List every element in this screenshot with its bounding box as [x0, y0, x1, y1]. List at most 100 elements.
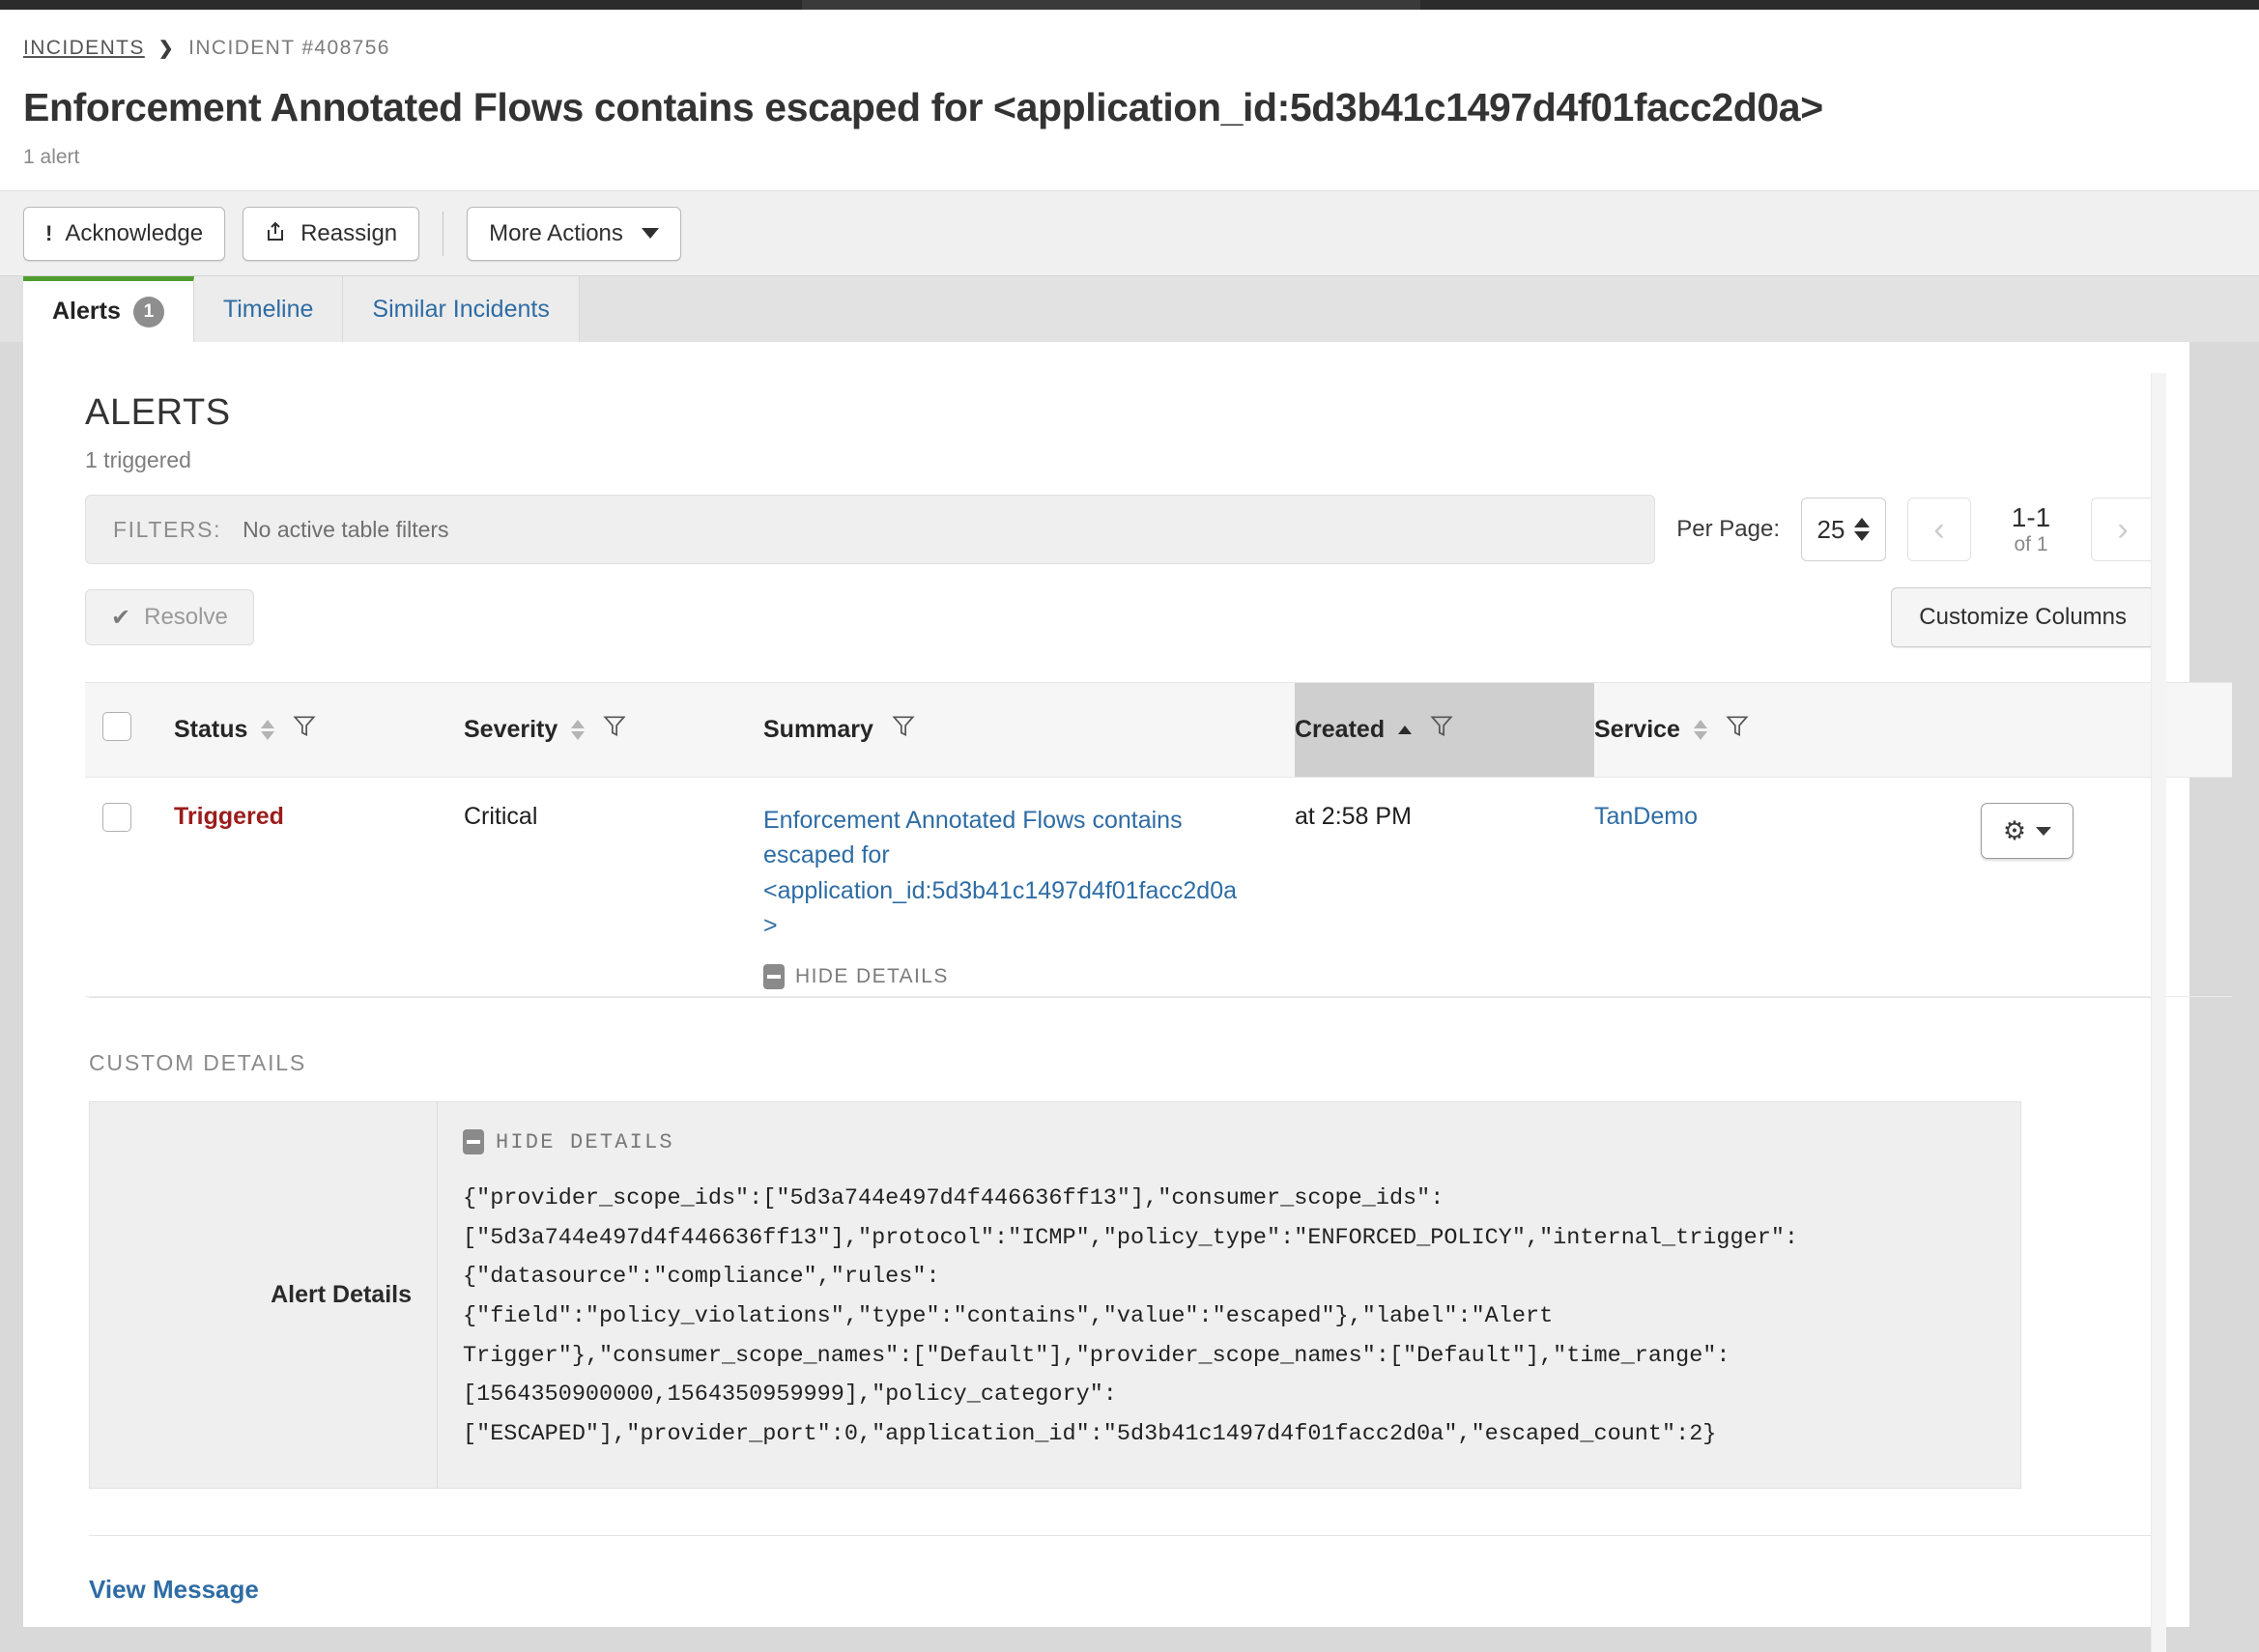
inner-scrollbar-track[interactable] [2151, 373, 2166, 1652]
prev-page-button[interactable]: ‹ [1907, 498, 1971, 562]
sort-ascending-icon[interactable] [1398, 726, 1413, 735]
resolve-button[interactable]: ✔ Resolve [85, 589, 254, 646]
filters-row: FILTERS: No active table filters Per Pag… [85, 495, 2155, 565]
cell-service: TanDemo [1594, 777, 1981, 998]
custom-details-title: CUSTOM DETAILS [89, 1050, 306, 1076]
page-scrollbar-track[interactable] [2234, 373, 2259, 1652]
custom-details-hide-label: HIDE DETAILS [496, 1129, 674, 1154]
filter-funnel-icon[interactable] [1429, 713, 1454, 747]
tab-alerts[interactable]: Alerts 1 [23, 276, 194, 343]
service-link[interactable]: TanDemo [1594, 803, 1698, 830]
custom-details-hide-toggle[interactable]: HIDE DETAILS [463, 1129, 674, 1155]
page-range: 1-1 [2011, 501, 2051, 532]
alerts-table-body: Triggered Critical Enforcement Annotated… [85, 777, 2232, 998]
table-row: Triggered Critical Enforcement Annotated… [85, 777, 2232, 998]
chevron-left-icon: ‹ [1933, 510, 1945, 548]
alerts-card: ALERTS 1 triggered FILTERS: No active ta… [23, 342, 2232, 1628]
exclamation-icon: ! [45, 220, 53, 245]
chevron-right-icon: ❯ [157, 38, 176, 59]
column-header-created-label: Created [1295, 716, 1386, 744]
page-indicator: 1-1 of 1 [1992, 501, 2070, 556]
per-page-label: Per Page: [1676, 516, 1780, 543]
tab-similar-incidents-label: Similar Incidents [372, 295, 550, 323]
sort-icon[interactable] [571, 720, 586, 741]
sort-icon[interactable] [1693, 720, 1707, 741]
bulk-actions-row: ✔ Resolve Customize Columns [85, 587, 2155, 648]
alert-details-json: {"provider_scope_ids":["5d3a744e497d4f44… [463, 1185, 1799, 1447]
column-header-status-label: Status [174, 716, 248, 744]
reassign-button[interactable]: Reassign [243, 206, 420, 261]
alerts-table: Status Severity Summary Created Service … [85, 682, 2232, 998]
filter-funnel-icon[interactable] [1725, 713, 1750, 747]
alerts-table-header-row: Status Severity Summary Created Service [85, 682, 2232, 779]
column-header-service-label: Service [1594, 716, 1680, 744]
per-page-value: 25 [1816, 514, 1845, 544]
filter-funnel-icon[interactable] [891, 713, 916, 747]
cell-status: Triggered [174, 777, 464, 998]
hide-details-toggle[interactable]: HIDE DETAILS [763, 964, 949, 990]
stepper-arrows-icon [1854, 518, 1871, 542]
tab-similar-incidents[interactable]: Similar Incidents [343, 276, 580, 343]
chevron-down-icon [641, 228, 659, 240]
acknowledge-button[interactable]: ! Acknowledge [23, 206, 226, 261]
chevron-down-icon [2036, 826, 2052, 836]
active-tab-pointer [118, 341, 145, 355]
custom-details-table: Alert Details HIDE DETAILS {"provider_sc… [89, 1101, 2021, 1489]
filters-value: No active table filters [243, 516, 449, 542]
page-title: Enforcement Annotated Flows contains esc… [23, 85, 1823, 129]
alert-summary-link[interactable]: Enforcement Annotated Flows contains esc… [763, 803, 1246, 943]
alert-count-subtitle: 1 alert [23, 146, 80, 169]
alerts-section-title: ALERTS [85, 392, 231, 434]
browser-chrome-strip [0, 0, 2259, 10]
page-header: INCIDENTS ❯ INCIDENT #408756 Enforcement… [0, 10, 2259, 192]
cell-summary: Enforcement Annotated Flows contains esc… [763, 777, 1295, 998]
cell-severity: Critical [464, 777, 763, 998]
resolve-button-label: Resolve [144, 604, 228, 631]
acknowledge-button-label: Acknowledge [65, 219, 204, 246]
alerts-card-body: ALERTS 1 triggered FILTERS: No active ta… [23, 392, 2232, 998]
chrome-notch [802, 0, 1420, 10]
tab-timeline-label: Timeline [222, 295, 314, 323]
column-header-severity[interactable]: Severity [464, 682, 763, 779]
customize-columns-button[interactable]: Customize Columns [1891, 587, 2155, 648]
more-actions-button[interactable]: More Actions [467, 206, 681, 261]
content-wrapper: ALERTS 1 triggered FILTERS: No active ta… [0, 342, 2259, 1628]
row-select-checkbox[interactable] [102, 803, 131, 833]
view-message-row: View Message [89, 1534, 2155, 1605]
tab-strip: Alerts 1 Timeline Similar Incidents [0, 276, 2259, 355]
gear-icon: ⚙ [2002, 815, 2027, 845]
cell-row-actions: ⚙ [1981, 777, 2232, 998]
breadcrumb-incidents-link[interactable]: INCIDENTS [23, 37, 145, 60]
breadcrumb: INCIDENTS ❯ INCIDENT #408756 [23, 37, 2259, 60]
status-badge: Triggered [174, 803, 284, 831]
row-actions-menu-button[interactable]: ⚙ [1981, 803, 2073, 860]
column-header-severity-label: Severity [464, 716, 558, 744]
column-header-summary[interactable]: Summary [763, 682, 1295, 779]
action-toolbar: ! Acknowledge Reassign More Actions [0, 191, 2259, 277]
view-message-link[interactable]: View Message [89, 1575, 259, 1604]
cell-created: at 2:58 PM [1295, 777, 1594, 998]
more-actions-button-label: More Actions [489, 219, 623, 246]
app-viewport: INCIDENTS ❯ INCIDENT #408756 Enforcement… [0, 0, 2259, 1652]
custom-details-value: HIDE DETAILS {"provider_scope_ids":["5d3… [438, 1102, 2020, 1487]
per-page-stepper[interactable]: 25 [1801, 498, 1886, 562]
minus-icon [463, 1129, 484, 1155]
select-all-header [85, 682, 174, 779]
column-header-created[interactable]: Created [1295, 682, 1594, 779]
breadcrumb-current: INCIDENT #408756 [188, 37, 390, 59]
filter-funnel-icon[interactable] [292, 713, 317, 747]
column-header-summary-label: Summary [763, 716, 873, 744]
filter-funnel-icon[interactable] [602, 713, 627, 747]
tab-timeline[interactable]: Timeline [193, 276, 344, 343]
column-header-status[interactable]: Status [174, 682, 464, 779]
sort-icon[interactable] [261, 720, 275, 741]
column-header-service[interactable]: Service [1594, 682, 1981, 779]
next-page-button[interactable]: › [2091, 498, 2155, 562]
row-select-cell [85, 777, 174, 998]
minus-icon [763, 964, 785, 990]
hide-details-label: HIDE DETAILS [795, 965, 949, 988]
tab-alerts-label: Alerts [52, 298, 121, 326]
filters-bar[interactable]: FILTERS: No active table filters [85, 495, 1656, 565]
reassign-button-label: Reassign [300, 219, 398, 246]
select-all-checkbox[interactable] [102, 712, 131, 742]
